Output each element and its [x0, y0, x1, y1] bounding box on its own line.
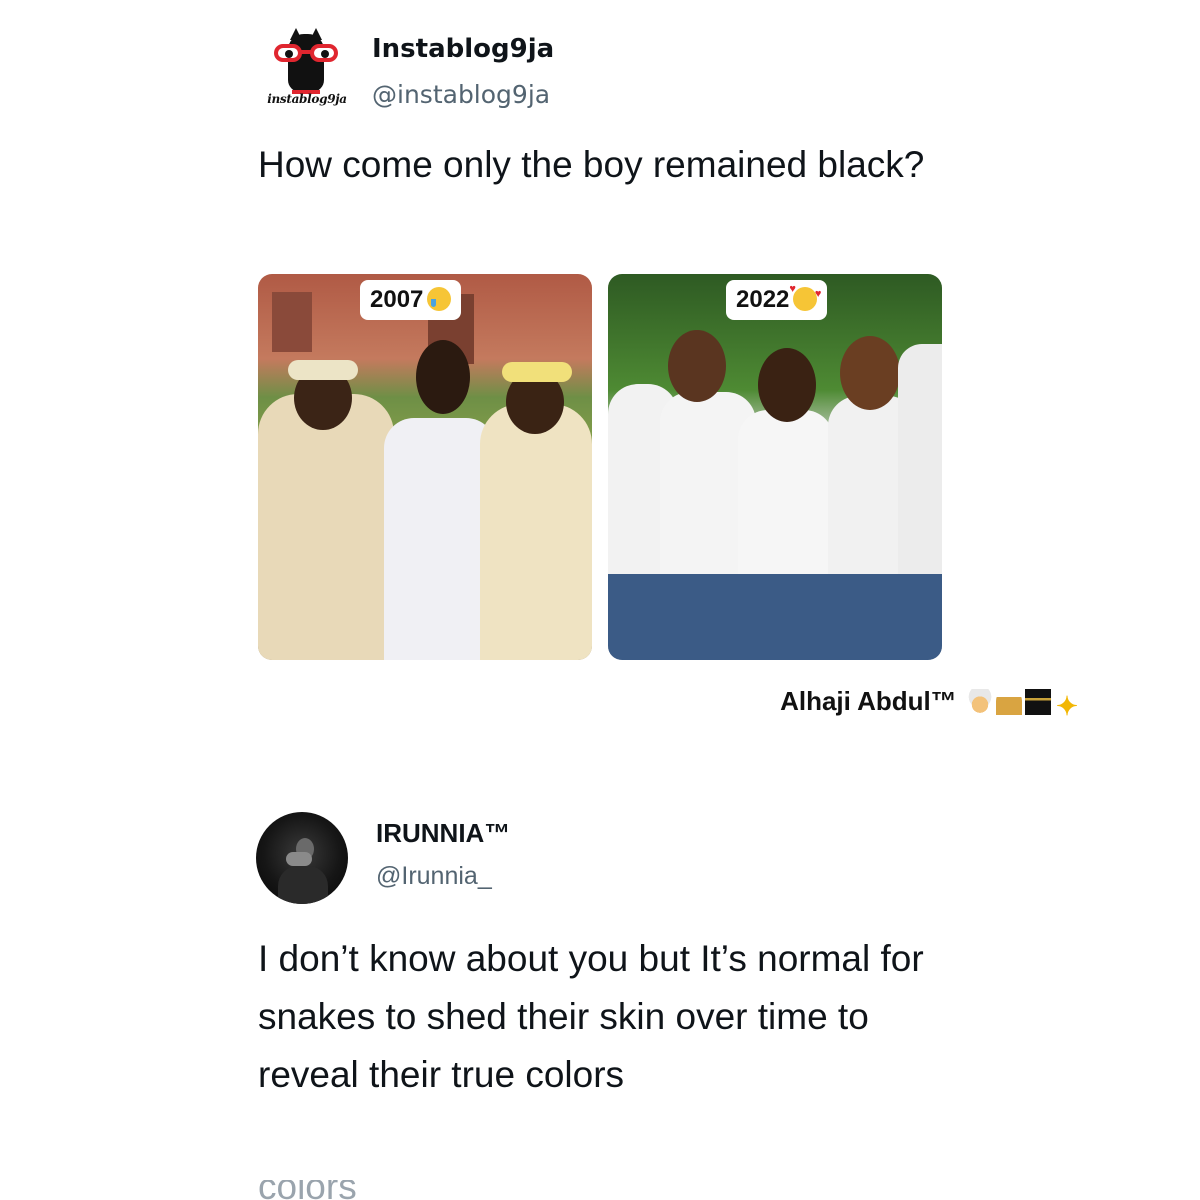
tweet1-handle[interactable]: @instablog9ja	[372, 80, 550, 109]
kaaba-icon	[1025, 689, 1051, 715]
irunnia-avatar[interactable]	[256, 812, 348, 904]
smiling-face-with-hearts-icon	[789, 284, 821, 311]
tweet2-handle[interactable]: @Irunnia_	[376, 862, 492, 891]
cut-off-text: colors	[258, 1180, 458, 1200]
tweet2-display-name[interactable]: IRUNNIA™	[376, 818, 510, 849]
year-badge-2007: 2007	[360, 280, 462, 320]
mosque-icon	[996, 689, 1022, 715]
photo-2022[interactable]: 2022	[608, 274, 942, 660]
turban-person-icon	[967, 689, 993, 715]
tweet1-text: How come only the boy remained black?	[258, 144, 925, 185]
instablog9ja-logo[interactable]: instablog9ja	[262, 28, 350, 110]
watermark-signature: Alhaji Abdul™ ✦	[780, 686, 1080, 719]
sparkle-star-icon: ✦	[1056, 691, 1078, 721]
crying-face-icon	[427, 287, 452, 311]
red-glasses-icon	[270, 44, 342, 64]
tweet1-display-name[interactable]: Instablog9ja	[372, 34, 554, 64]
year-badge-2022: 2022	[726, 280, 828, 320]
logo-wordmark: instablog9ja	[267, 92, 347, 106]
tweet2-text: I don’t know about you but It’s normal f…	[258, 938, 924, 1095]
photo-2007[interactable]: 2007	[258, 274, 592, 660]
